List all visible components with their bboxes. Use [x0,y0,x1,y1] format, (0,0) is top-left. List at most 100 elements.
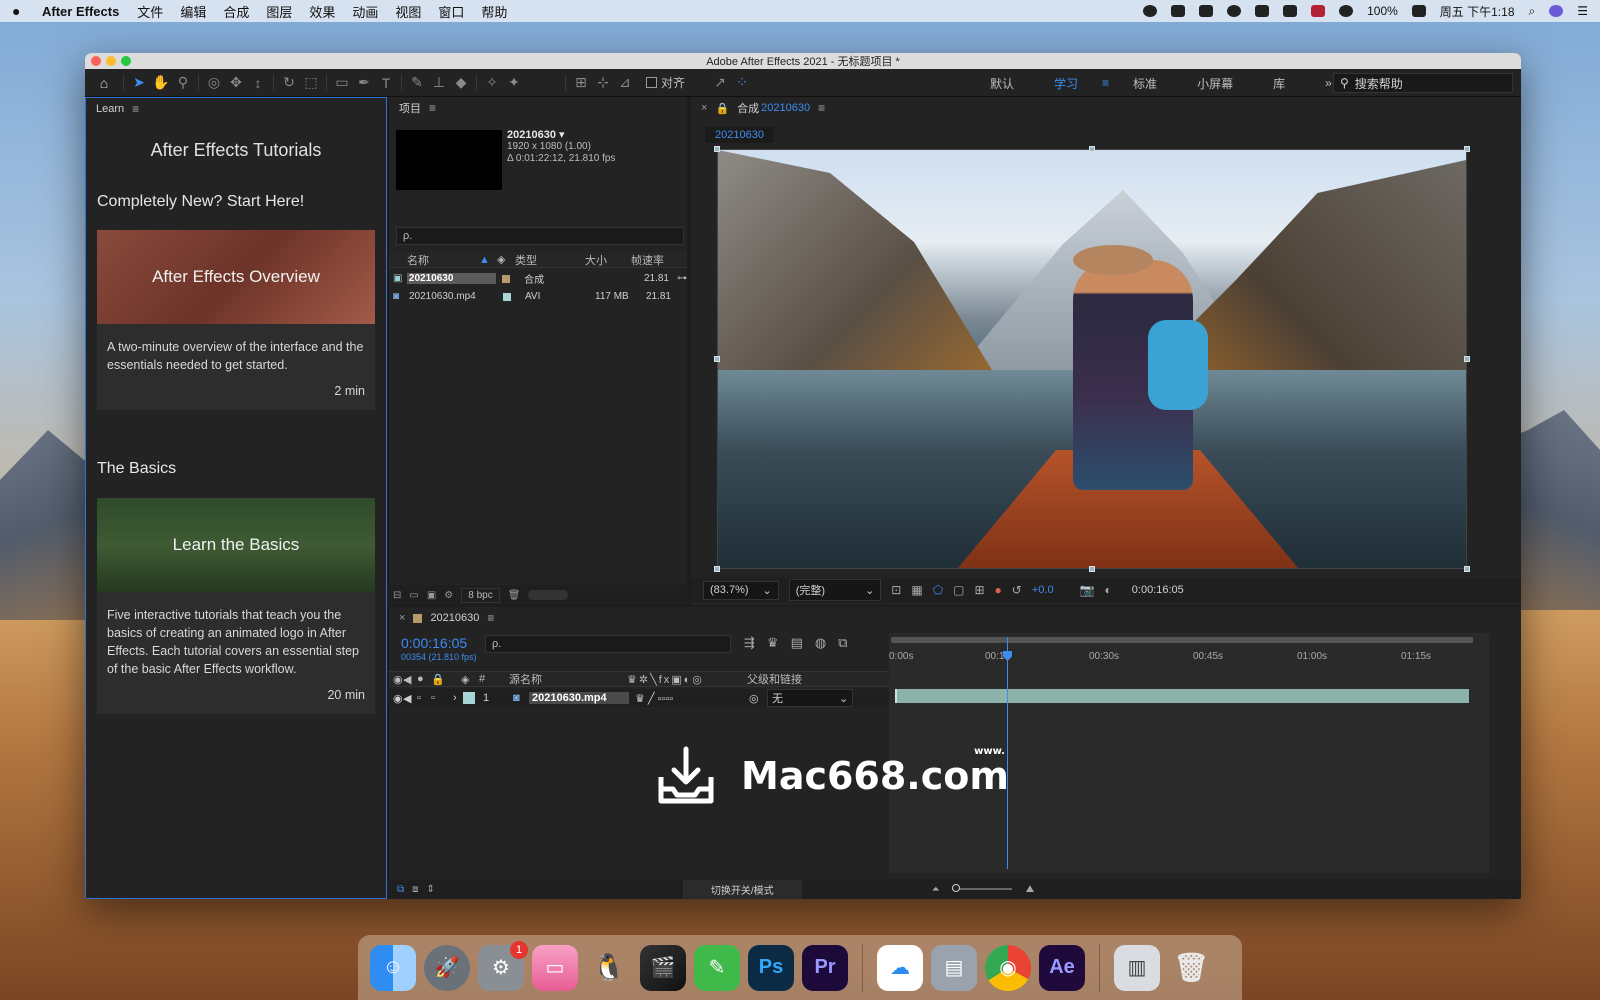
layer-duration-bar[interactable] [895,689,1469,703]
composition-name[interactable]: 20210630 [761,102,810,114]
photoshop-icon[interactable]: Ps [748,944,794,991]
basics-thumbnail[interactable]: Learn the Basics [97,498,375,592]
spotlight-icon[interactable]: ⌕ [1529,4,1536,19]
composition-tab[interactable]: 20210630 [705,127,774,143]
close-window-icon[interactable] [91,56,101,66]
hand-tool-icon[interactable]: ✋ [150,72,172,94]
col-size[interactable]: 大小 [585,252,631,268]
workspace-learn[interactable]: 学习 [1034,75,1098,92]
clone-stamp-tool-icon[interactable]: ⊥ [428,72,450,94]
menu-help[interactable]: 帮助 [481,2,507,21]
shield-tray-icon[interactable] [1283,5,1298,17]
transform-handle[interactable] [714,146,720,152]
pan-camera-icon[interactable]: ✥ [225,72,247,94]
rectangle-tool-icon[interactable]: ▭ [331,72,353,94]
video-visibility-icon[interactable]: ◉ [389,692,403,705]
roto-brush-tool-icon[interactable]: ✧ [481,72,503,94]
eraser-tool-icon[interactable]: ◆ [450,72,472,94]
menu-edit[interactable]: 编辑 [180,2,206,21]
bit-depth-button[interactable]: 8 bpc [461,587,500,603]
region-of-interest-icon[interactable]: ▢ [953,583,964,597]
layer-label-swatch[interactable] [463,692,475,704]
show-snapshot-icon[interactable]: ◐ [1105,583,1112,597]
transform-handle[interactable] [1464,146,1470,152]
shy-layers-icon[interactable]: ♛ [767,635,779,651]
transfer-controls-icon[interactable]: ⧈ [404,884,418,895]
frame-blending-icon[interactable]: ▤ [791,635,803,651]
zoom-slider[interactable] [951,884,1012,892]
expand-layer-icon[interactable]: › [453,692,463,704]
launchpad-icon[interactable]: 🚀 [424,944,470,991]
pen-tool-icon[interactable]: ✒ [353,72,375,94]
audio-toggle-icon[interactable]: ◀ [403,673,417,686]
zoom-out-icon[interactable]: ⏶ [932,884,940,895]
menu-file[interactable]: 文件 [137,2,163,21]
battery-icon[interactable] [1411,5,1426,17]
label-color-swatch[interactable] [503,292,511,301]
siri-icon[interactable] [1549,5,1564,17]
col-fps[interactable]: 帧速率 [631,252,681,268]
composition-viewer[interactable] [717,149,1467,569]
time-ruler[interactable]: 0:00s 00:1 00:30s 00:45s 01:00s 01:15s [889,643,1473,663]
timeline-search-input[interactable]: ρ. [485,635,731,653]
after-effects-icon[interactable]: Ae [1039,944,1085,991]
qq-icon[interactable]: 🐧 [586,945,632,991]
workspace-default[interactable]: 默认 [970,75,1034,92]
dolly-camera-icon[interactable]: ↕ [247,72,269,94]
close-panel-icon[interactable]: × [701,102,707,114]
menu-effect[interactable]: 效果 [309,2,335,21]
parent-dropdown[interactable]: 无 ⌄ [767,689,854,707]
snapshot-camera-icon[interactable]: 📷 [1080,583,1095,597]
minimize-window-icon[interactable] [106,56,116,66]
project-scrollbar[interactable] [528,590,569,600]
transform-handle[interactable] [714,566,720,572]
final-cut-icon[interactable]: 🎬 [640,944,686,991]
layer-switches[interactable]: ♛ ╱ ▫▫▫▫ [629,692,749,705]
new-composition-icon[interactable]: ▣ [427,590,436,601]
delete-icon[interactable]: 🗑 [508,590,521,601]
sort-ascending-icon[interactable]: ▲ [479,254,497,266]
trash-icon[interactable]: 🗑 [1168,945,1214,991]
zoom-slider-knob[interactable] [951,884,960,892]
selected-item-name[interactable]: 20210630 ▾ [507,129,615,141]
exposure-value[interactable]: +0.0 [1032,584,1054,596]
layer-switches-toggle-icon[interactable]: ⧉ [389,884,404,895]
premiere-icon[interactable]: Pr [802,944,848,991]
new-folder-icon[interactable]: ▭ [409,590,418,601]
snap-option-icon[interactable]: ↗ [709,72,731,94]
col-type[interactable]: 类型 [515,252,585,268]
transform-handle[interactable] [714,356,720,362]
creative-cloud-tray-icon[interactable] [1171,5,1186,17]
learn-panel-menu-icon[interactable]: ≡ [132,102,139,116]
project-item-name[interactable]: 20210630.mp4 [407,291,497,302]
notification-center-icon[interactable]: ☰ [1577,4,1588,18]
flag-input-icon[interactable] [1311,5,1326,17]
menu-window[interactable]: 窗口 [438,2,464,21]
display-tray-icon[interactable] [1255,5,1270,17]
lock-checkbox[interactable]: ▫ [431,692,453,704]
project-search-input[interactable]: ρ. [396,227,684,245]
workspace-small-screen[interactable]: 小屏幕 [1177,75,1253,92]
pan-behind-tool-icon[interactable]: ⬚ [300,72,322,94]
project-row-comp[interactable]: ▣ 20210630 合成 21.81 ⊶ [389,270,687,287]
rotate-tool-icon[interactable]: ↻ [278,72,300,94]
puppet-tool-icon[interactable]: ✦ [503,72,525,94]
viewer-timecode[interactable]: 0:00:16:05 [1132,584,1184,596]
project-item-name[interactable]: 20210630 [406,273,497,284]
type-tool-icon[interactable]: T [375,72,397,94]
snap-grid-icon[interactable]: ⁘ [731,72,753,94]
workspace-menu-icon[interactable]: ≡ [1098,76,1113,90]
pages-icon[interactable]: ✎ [694,944,740,991]
current-time-display[interactable]: 0:00:16:05 [401,635,467,651]
timeline-panel-menu-icon[interactable]: ≡ [487,611,494,625]
reset-exposure-icon[interactable]: ↺ [1012,583,1022,597]
timeline-comp-name[interactable]: 20210630 [430,612,479,624]
disk-utility-icon[interactable]: ▤ [931,944,977,991]
zoom-tool-icon[interactable]: ⚲ [172,72,194,94]
in-out-toggle-icon[interactable]: ⇕ [419,884,435,895]
grid-guides-icon[interactable]: ⊞ [974,583,984,597]
chrome-icon[interactable]: ◉ [985,944,1031,991]
orbit-camera-icon[interactable]: ◎ [203,72,225,94]
world-axis-icon[interactable]: ⊹ [592,72,614,94]
video-toggle-icon[interactable]: ◉ [389,673,403,686]
